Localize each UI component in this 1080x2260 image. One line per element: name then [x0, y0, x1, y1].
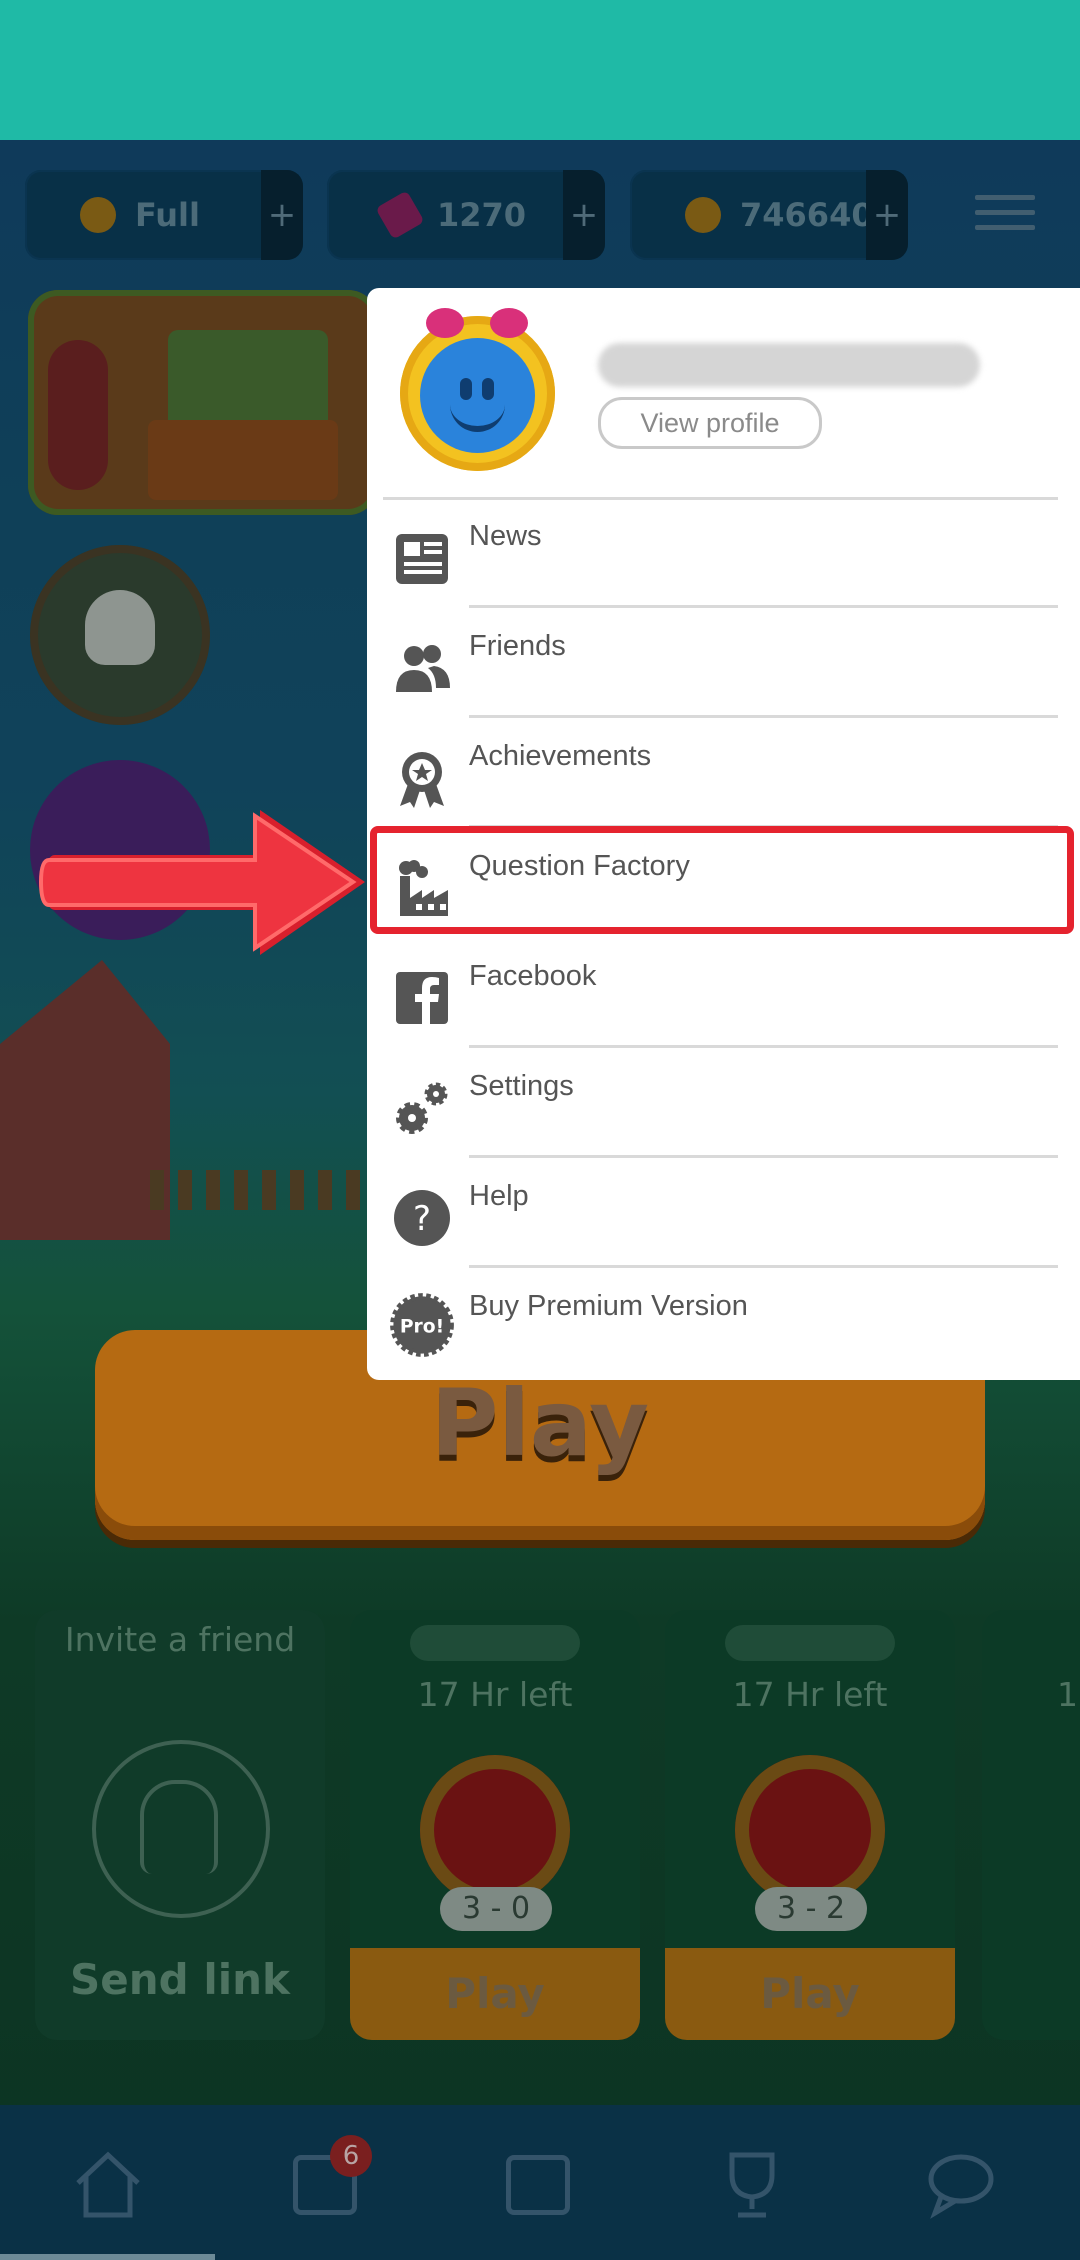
- treasure-chest-banner[interactable]: [28, 290, 378, 515]
- pro-badge-icon: Pro!: [390, 1293, 454, 1357]
- top-status-strip: [0, 0, 1080, 140]
- menu-item-achievements[interactable]: Achievements: [367, 718, 1080, 828]
- game-play-label: Play: [760, 1969, 860, 2018]
- hamburger-menu-icon[interactable]: [975, 185, 1035, 245]
- facebook-icon: [396, 972, 448, 1024]
- coins-value: 746640: [740, 196, 874, 234]
- game-play-button[interactable]: Play: [350, 1948, 640, 2040]
- opponent-avatar: [420, 1755, 570, 1905]
- coins-plus-button[interactable]: +: [866, 170, 908, 260]
- invite-friend-card[interactable]: Invite a friend Send link: [35, 1610, 325, 2040]
- username-blurred: [598, 343, 980, 387]
- opponent-name: [725, 1625, 895, 1661]
- time-left: 17 Hr left: [417, 1675, 573, 1714]
- tickets-plus-button[interactable]: +: [563, 170, 605, 260]
- coin-icon: [685, 197, 721, 233]
- fence-decoration: [150, 1170, 370, 1210]
- play-button-label: Play: [430, 1370, 650, 1477]
- menu-item-label: Settings: [469, 1070, 574, 1102]
- game-card[interactable]: 17 Hr left 3 - 0 Play: [350, 1610, 640, 2040]
- gears-icon: [396, 1082, 448, 1134]
- menu-item-friends[interactable]: Friends: [367, 608, 1080, 718]
- lives-plus-button[interactable]: +: [261, 170, 303, 260]
- game-score: 3 - 0: [440, 1887, 552, 1931]
- newspaper-icon: [396, 534, 448, 584]
- profile-avatar[interactable]: [400, 308, 555, 471]
- menu-item-buy-premium[interactable]: Pro! Buy Premium Version: [367, 1268, 1080, 1378]
- game-card[interactable]: 17 Hr left 3 - 2 Play: [665, 1610, 955, 2040]
- svg-text:?: ?: [413, 1199, 431, 1239]
- menu-item-label: News: [469, 520, 542, 552]
- medal-icon: [400, 752, 444, 808]
- view-profile-button[interactable]: View profile: [598, 397, 822, 449]
- ticket-icon: [375, 190, 425, 240]
- chat-icon[interactable]: [925, 2145, 1005, 2225]
- coins-counter[interactable]: 746640 +: [630, 170, 908, 260]
- home-icon[interactable]: [68, 2145, 148, 2225]
- calendar-notification-badge: 6: [330, 2135, 372, 2177]
- menu-item-settings[interactable]: Settings: [367, 1048, 1080, 1158]
- menu-item-label: Achievements: [469, 740, 652, 772]
- menu-item-news[interactable]: News: [367, 498, 1080, 608]
- lives-counter[interactable]: Full +: [25, 170, 303, 260]
- home-indicator: [0, 2254, 215, 2260]
- shop-icon[interactable]: [498, 2145, 578, 2225]
- menu-item-facebook[interactable]: Facebook: [367, 938, 1080, 1048]
- send-link-button[interactable]: Send link: [35, 1955, 325, 2004]
- tickets-counter[interactable]: 1270 +: [327, 170, 605, 260]
- menu-item-label: Help: [469, 1180, 529, 1212]
- game-score: 3 - 2: [755, 1887, 867, 1931]
- pointer-arrow: [38, 810, 365, 955]
- svg-text:Pro!: Pro!: [400, 1317, 444, 1338]
- opponent-avatar: [735, 1755, 885, 1905]
- friends-icon: [396, 645, 450, 692]
- game-card[interactable]: 1: [982, 1610, 1080, 2040]
- time-left: 1: [1057, 1675, 1078, 1714]
- menu-item-label: Buy Premium Version: [469, 1290, 748, 1322]
- question-icon: ?: [394, 1190, 450, 1246]
- menu-item-label: Friends: [469, 630, 566, 662]
- invite-title: Invite a friend: [64, 1620, 296, 1659]
- time-left: 17 Hr left: [732, 1675, 888, 1714]
- menu-item-help[interactable]: ? Help: [367, 1158, 1080, 1268]
- game-play-button[interactable]: Play: [665, 1948, 955, 2040]
- heart-infinity-icon: [80, 197, 116, 233]
- opponent-name: [410, 1625, 580, 1661]
- lives-value: Full: [135, 196, 200, 234]
- trophy-icon[interactable]: [712, 2145, 792, 2225]
- menu-item-label: Facebook: [469, 960, 597, 992]
- skull-event-badge[interactable]: [30, 545, 210, 725]
- tickets-value: 1270: [437, 196, 527, 234]
- highlight-box: [370, 826, 1074, 934]
- game-play-label: Play: [445, 1969, 545, 2018]
